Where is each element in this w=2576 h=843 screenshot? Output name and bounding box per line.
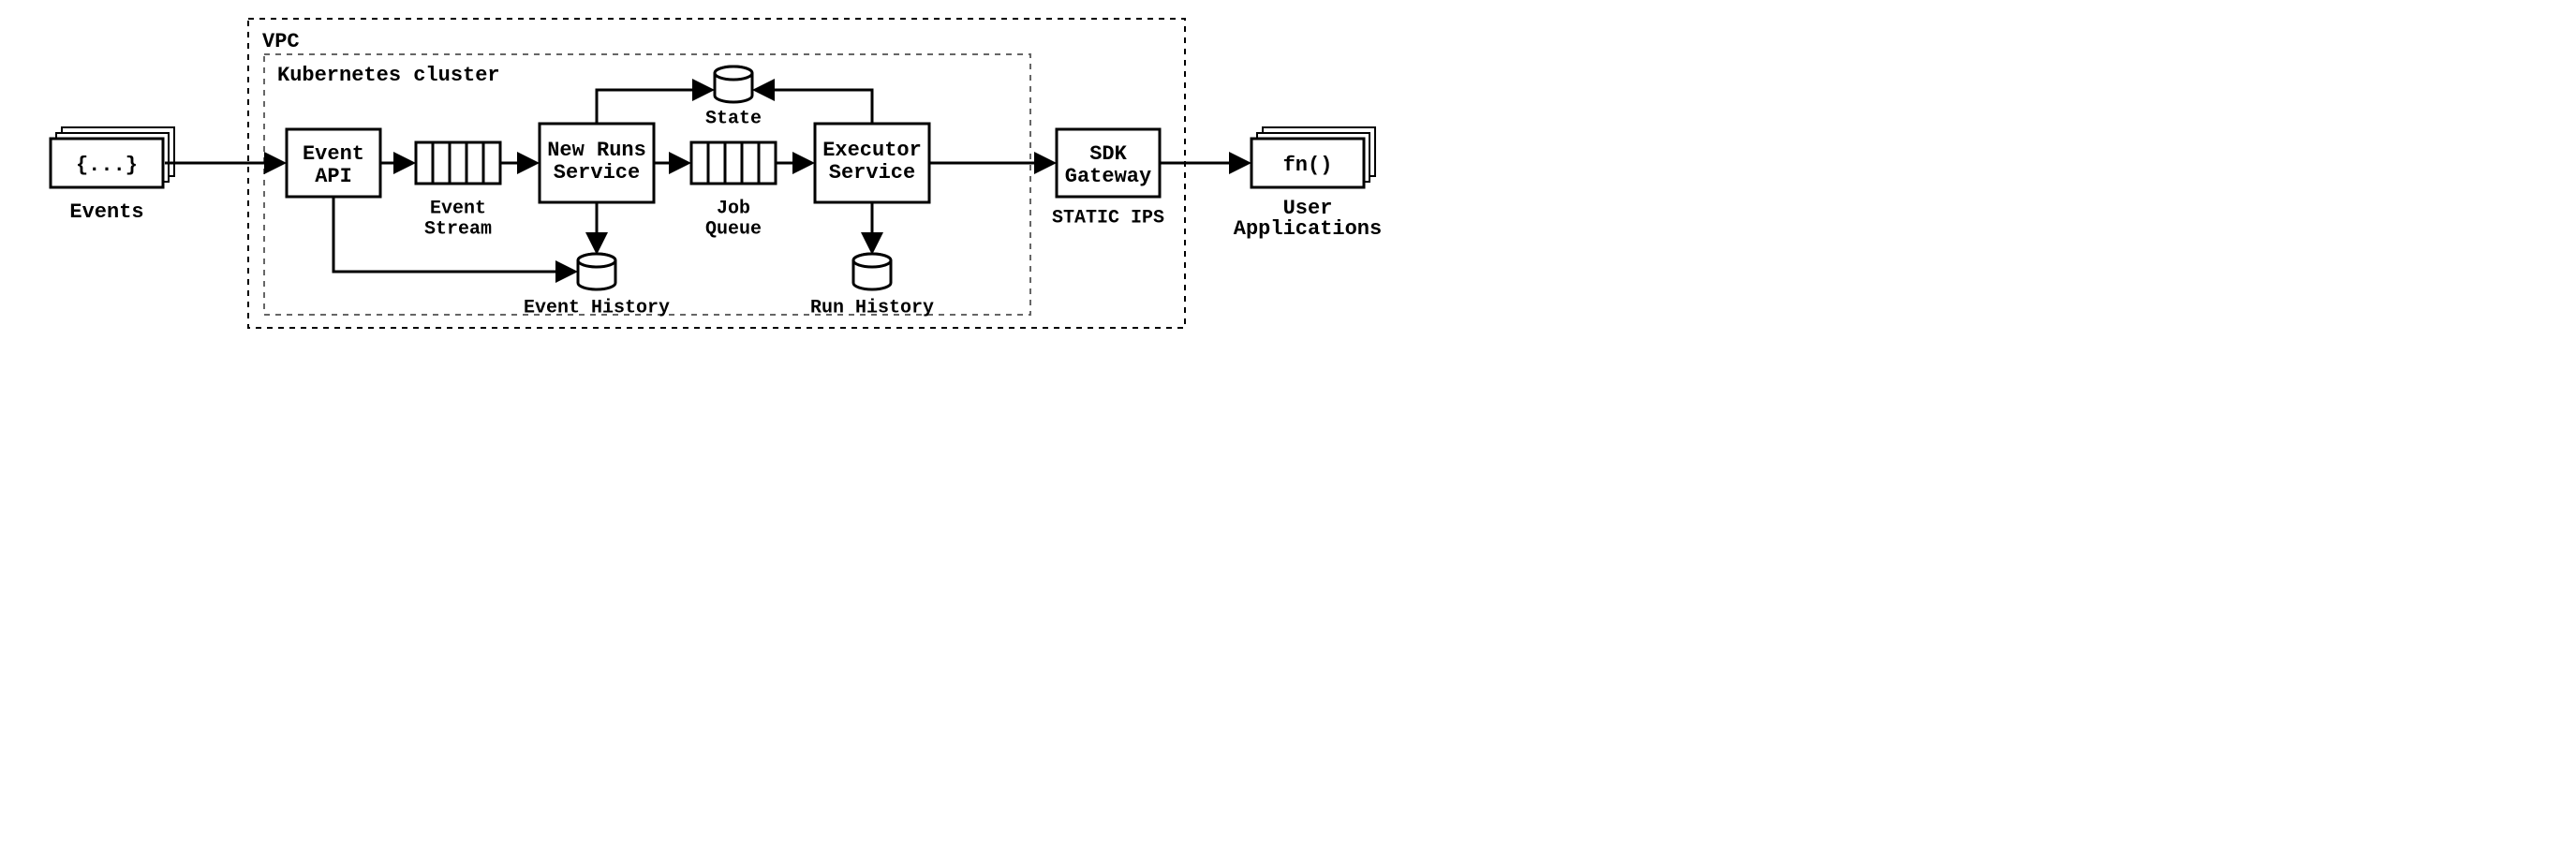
state-db (715, 67, 752, 102)
job-queue-label-1: Job (717, 198, 750, 219)
event-stream-label-2: Stream (424, 218, 492, 240)
job-queue (691, 142, 776, 184)
event-api-label-1: Event (303, 142, 364, 166)
sdk-label-1: SDK (1089, 142, 1127, 166)
user-apps-stack: fn() (1251, 127, 1375, 187)
job-queue-label-2: Queue (705, 218, 762, 240)
k8s-label: Kubernetes cluster (277, 64, 500, 87)
run-history-label: Run History (810, 297, 934, 318)
events-content: {...} (76, 154, 138, 177)
event-stream-label-1: Event (430, 198, 486, 219)
executor-label-1: Executor (822, 139, 922, 162)
arrow-executor-to-state (756, 90, 872, 124)
user-apps-label-2: Applications (1234, 217, 1382, 241)
run-history-db (853, 254, 891, 289)
executor-label-2: Service (829, 161, 915, 185)
events-label: Events (69, 200, 143, 224)
event-history-db (578, 254, 615, 289)
static-ips-label: STATIC IPS (1052, 207, 1164, 229)
arrow-newruns-to-state (597, 90, 711, 124)
user-apps-content: fn() (1283, 154, 1333, 177)
state-label: State (705, 108, 762, 129)
event-history-label: Event History (524, 297, 670, 318)
architecture-diagram: VPC Kubernetes cluster {...} Events Even… (0, 0, 1424, 470)
event-stream-queue (416, 142, 500, 184)
events-stack: {...} (51, 127, 174, 187)
vpc-label: VPC (262, 30, 300, 53)
sdk-label-2: Gateway (1065, 165, 1151, 188)
event-api-label-2: API (315, 165, 352, 188)
new-runs-label-2: Service (554, 161, 640, 185)
new-runs-label-1: New Runs (547, 139, 646, 162)
